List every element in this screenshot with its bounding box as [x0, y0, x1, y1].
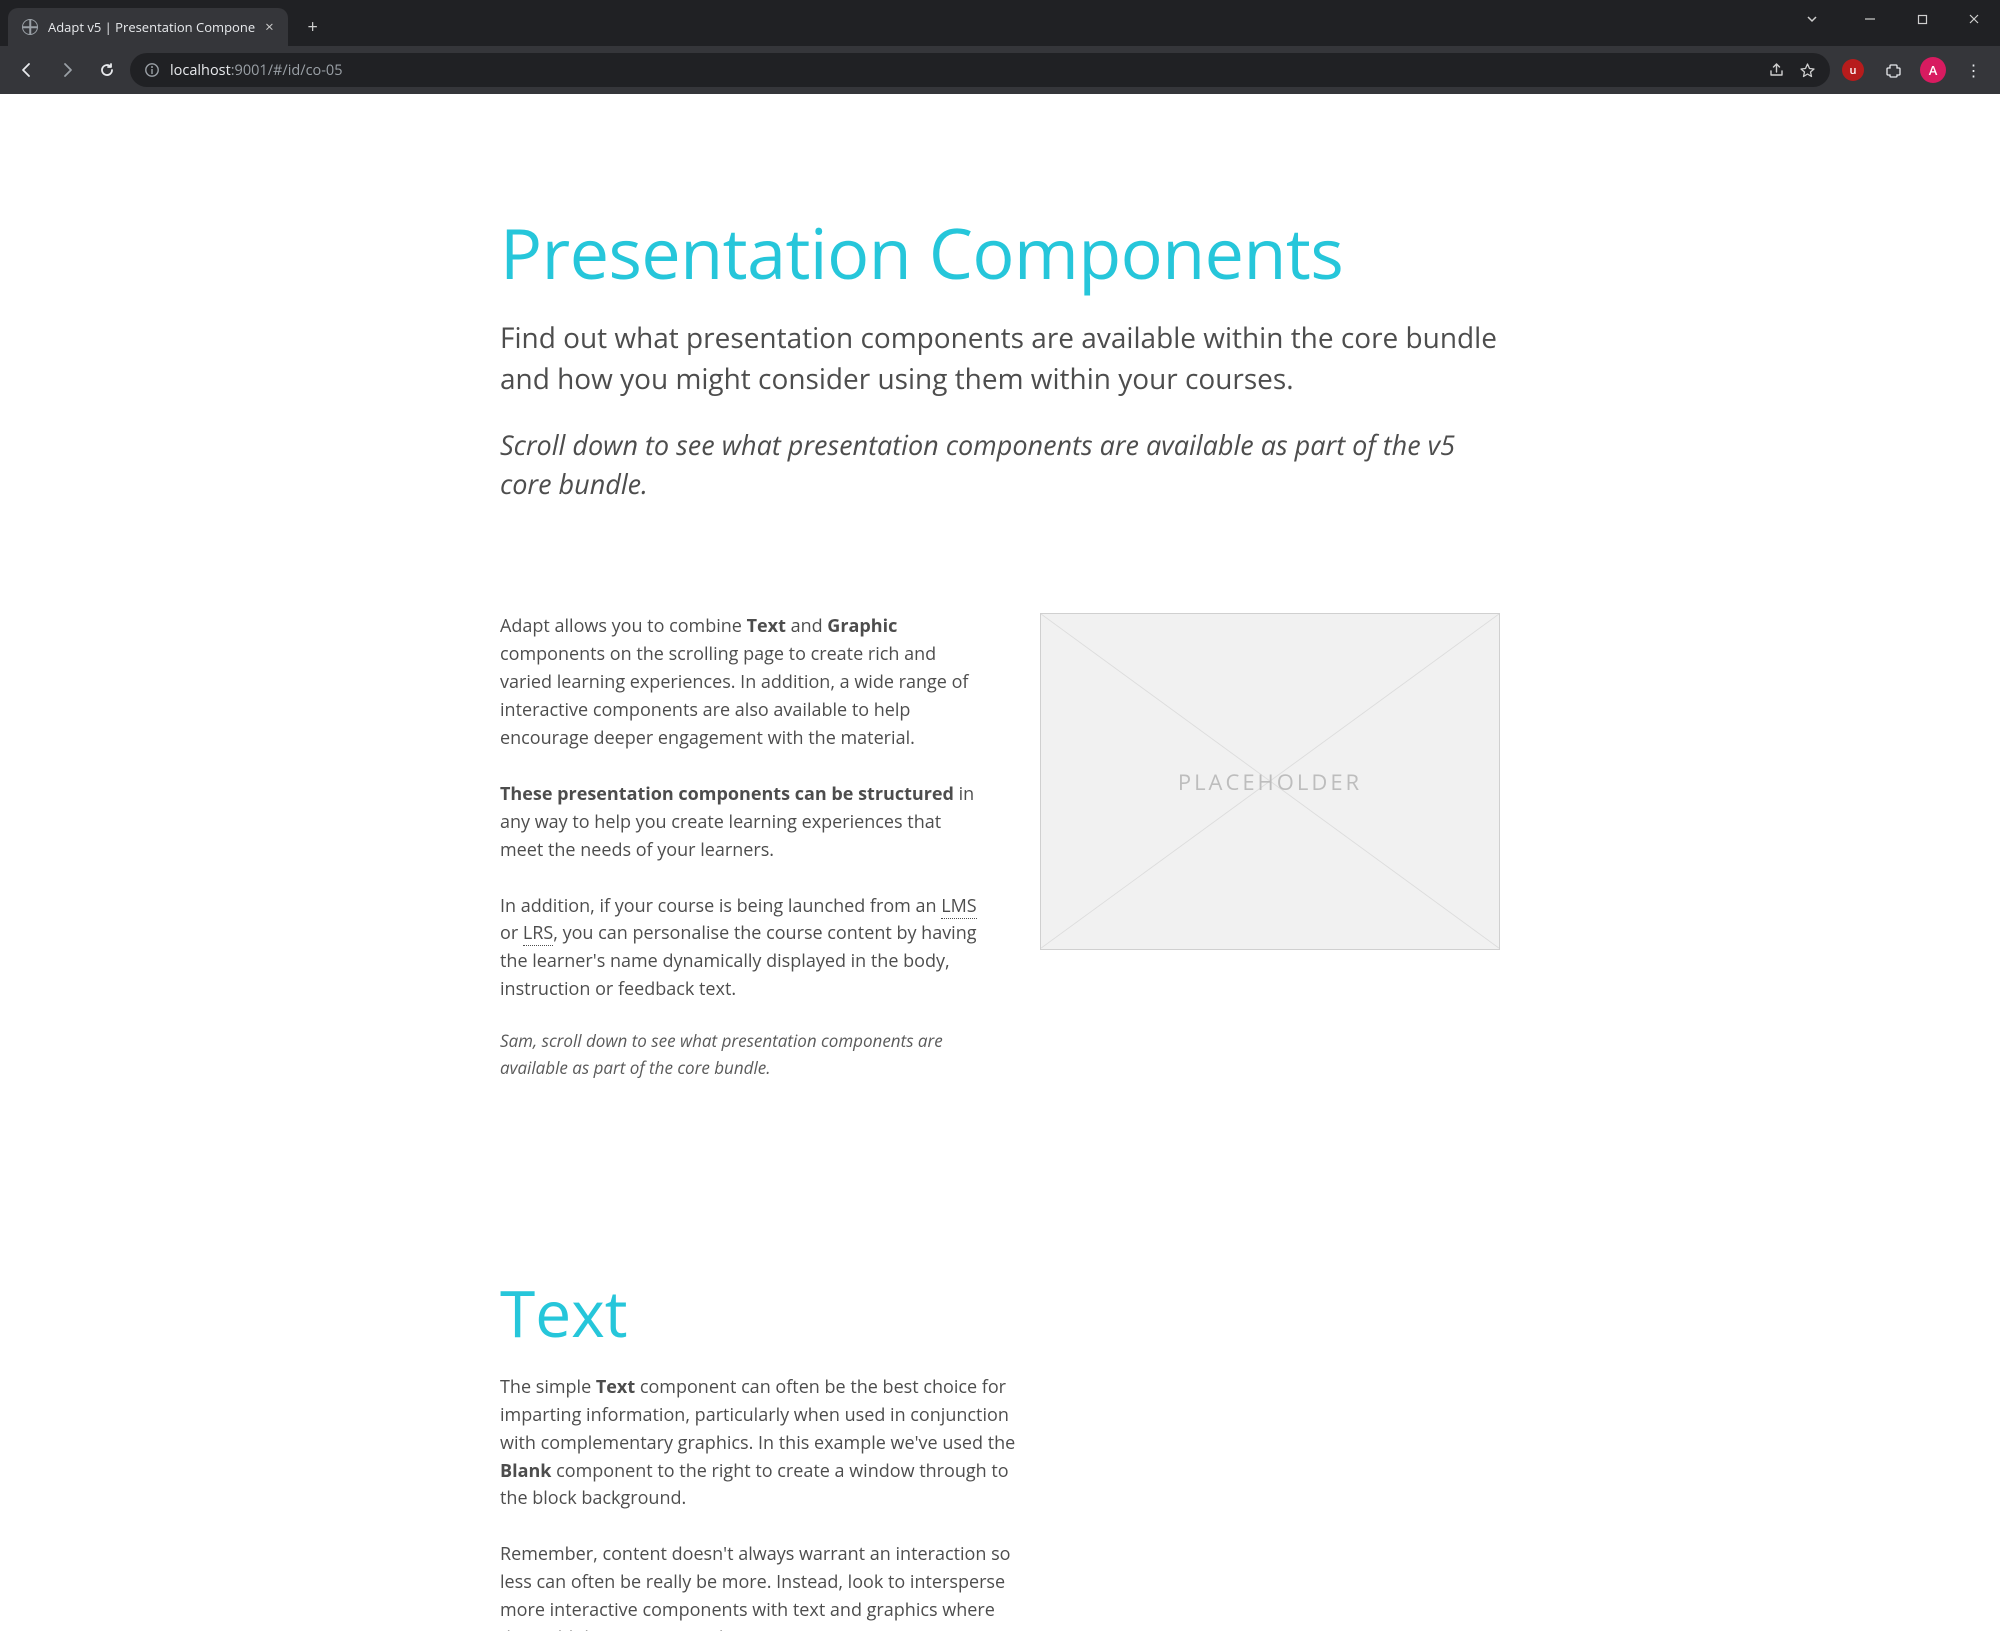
- new-tab-button[interactable]: +: [298, 12, 328, 42]
- extensions-button[interactable]: [1876, 53, 1910, 87]
- browser-chrome: Adapt v5 | Presentation Compone × +: [0, 0, 2000, 94]
- text-section-p2: Remember, content doesn't always warrant…: [500, 1541, 1020, 1631]
- page-lead: Find out what presentation components ar…: [500, 318, 1500, 399]
- profile-avatar[interactable]: A: [1916, 53, 1950, 87]
- page-instruction: Scroll down to see what presentation com…: [500, 425, 1500, 503]
- intro-p2: These presentation components can be str…: [500, 781, 980, 865]
- browser-tab[interactable]: Adapt v5 | Presentation Compone ×: [8, 8, 288, 46]
- bookmark-icon[interactable]: [1799, 62, 1816, 79]
- tab-search-button[interactable]: [1786, 0, 1838, 38]
- page-title: Presentation Components: [500, 204, 1500, 300]
- extension-badge[interactable]: u: [1836, 53, 1870, 87]
- browser-toolbar: localhost:9001/#/id/co-05 u A ⋮: [0, 46, 2000, 94]
- text-section-p1: The simple Text component can often be t…: [500, 1374, 1020, 1513]
- url-text: localhost:9001/#/id/co-05: [170, 61, 343, 80]
- placeholder-image: PLACEHOLDER: [1040, 613, 1500, 949]
- site-info-icon[interactable]: [144, 62, 160, 78]
- maximize-button[interactable]: [1896, 0, 1948, 38]
- text-section: Text The simple Text component can often…: [500, 1269, 1020, 1631]
- placeholder-label: PLACEHOLDER: [1178, 767, 1362, 797]
- back-button[interactable]: [10, 53, 44, 87]
- globe-icon: [22, 19, 38, 35]
- intro-instruction: Sam, scroll down to see what presentatio…: [500, 1028, 980, 1081]
- intro-text: Adapt allows you to combine Text and Gra…: [500, 613, 980, 1108]
- intro-graphic: PLACEHOLDER: [1040, 613, 1500, 949]
- intro-block: Adapt allows you to combine Text and Gra…: [500, 613, 1500, 1108]
- address-bar[interactable]: localhost:9001/#/id/co-05: [130, 53, 1830, 87]
- forward-button[interactable]: [50, 53, 84, 87]
- tab-strip: Adapt v5 | Presentation Compone × +: [0, 0, 2000, 46]
- reload-button[interactable]: [90, 53, 124, 87]
- close-icon[interactable]: ×: [265, 20, 274, 35]
- share-icon[interactable]: [1768, 62, 1785, 79]
- tab-title: Adapt v5 | Presentation Compone: [48, 18, 255, 36]
- intro-p1: Adapt allows you to combine Text and Gra…: [500, 613, 980, 752]
- page-viewport[interactable]: Presentation Components Find out what pr…: [0, 94, 2000, 1631]
- window-controls: [1786, 0, 2000, 38]
- lms-abbr[interactable]: LMS: [941, 894, 976, 919]
- intro-p3: In addition, if your course is being lau…: [500, 893, 980, 1005]
- close-window-button[interactable]: [1948, 0, 2000, 38]
- minimize-button[interactable]: [1844, 0, 1896, 38]
- browser-menu-button[interactable]: ⋮: [1956, 53, 1990, 87]
- lrs-abbr[interactable]: LRS: [523, 921, 553, 946]
- text-section-title: Text: [500, 1269, 1020, 1356]
